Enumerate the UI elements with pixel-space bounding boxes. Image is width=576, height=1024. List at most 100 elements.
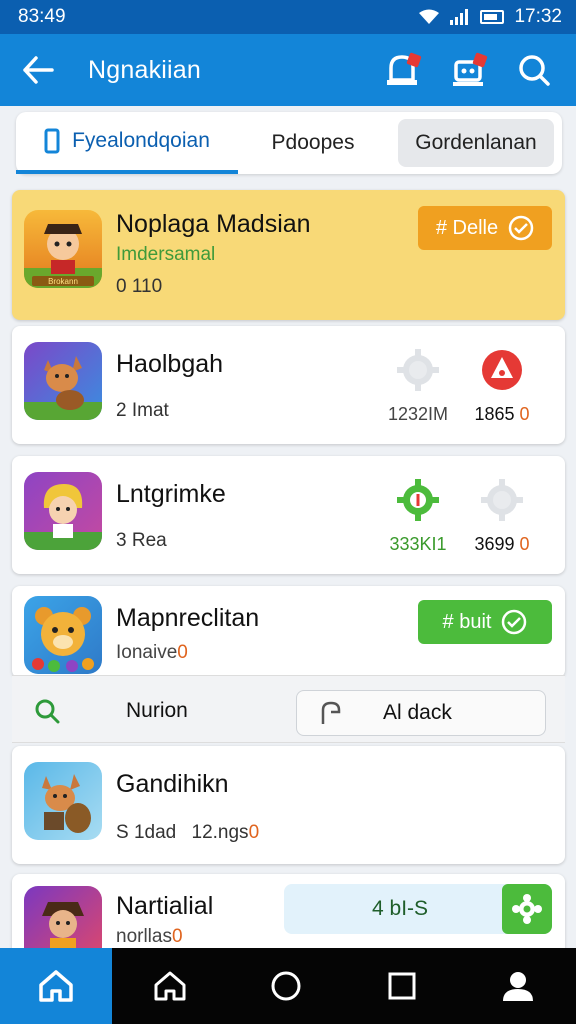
card-title: Lntgrimke (116, 480, 226, 508)
card-title: Haolbgah (116, 350, 224, 378)
search-button[interactable] (508, 44, 560, 96)
card-title: Nartialial (116, 892, 214, 920)
dock-button[interactable]: Al dack (296, 690, 546, 736)
card-subtitle: Ionaive0 (116, 642, 188, 664)
notifications-button[interactable] (376, 44, 428, 96)
settings-icon (397, 349, 439, 391)
check-icon (502, 609, 527, 635)
hook-icon (321, 701, 341, 724)
progress-label: 4 bI-S (372, 897, 429, 920)
stat-downloads: 333KI1 (378, 478, 458, 555)
card-title: Gandihikn (116, 770, 229, 798)
search-icon (519, 55, 550, 86)
tab-third-label: Gordenlanan (415, 131, 537, 154)
status-time-left: 83:49 (18, 6, 66, 27)
nav-profile[interactable] (460, 948, 576, 1024)
app-icon (24, 342, 102, 420)
app-icon (24, 762, 102, 840)
card-title: Noplaga Madsian (116, 210, 311, 238)
card-meta-b: 12.ngs0 (192, 822, 260, 843)
nav-circle[interactable] (228, 948, 344, 1024)
stat-rating: 3699 0 (462, 478, 542, 555)
nav-home-active[interactable] (0, 948, 112, 1024)
card-meta: S 1dad 12.ngs0 (116, 822, 259, 844)
app-icon (24, 596, 102, 674)
tab-first-label: Fyealondqoian (72, 129, 210, 152)
stat-value-accent: 0 (519, 534, 530, 554)
tab-second[interactable]: Pdoopes (238, 112, 388, 174)
tab-third[interactable]: Gordenlanan (398, 119, 554, 167)
fox-character-icon (24, 356, 102, 420)
progress-pill[interactable]: 4 bI-S (284, 884, 552, 934)
app-card[interactable]: Mapnreclitan Ionaive0 # buit (12, 586, 565, 678)
stat-value: 1232IM (387, 404, 449, 424)
app-card[interactable]: Gandihikn S 1dad 12.ngs0 (12, 746, 565, 864)
install-button[interactable]: # Delle (418, 206, 552, 250)
app-card[interactable]: Lntgrimke 3 Rea 333KI1 3699 0 (12, 456, 565, 574)
card-title: Mapnreclitan (116, 604, 260, 632)
install-button-label: # buit (442, 610, 492, 633)
check-icon (508, 215, 534, 241)
nav-square[interactable] (344, 948, 460, 1024)
girl-character-icon (24, 484, 102, 550)
install-button-label: # Delle (435, 216, 499, 239)
alert-icon (482, 350, 522, 390)
card-subtitle-accent: 0 (171, 926, 183, 947)
search-row: Nurion Al dack (12, 675, 565, 743)
robot-button[interactable] (442, 44, 494, 96)
stat-downloads: 1232IM (378, 348, 458, 425)
dock-button-label: Al dack (383, 701, 452, 724)
phone-icon (44, 128, 60, 154)
back-button[interactable] (16, 48, 60, 92)
character-avatar-icon: Brokann (24, 224, 102, 288)
gear-icon (512, 894, 542, 924)
search-label[interactable]: Nurion (126, 699, 188, 723)
app-title: Ngnakiian (88, 55, 201, 84)
circle-icon (271, 971, 301, 1001)
card-meta: 0 110 (116, 276, 163, 297)
battery-icon (480, 10, 505, 24)
status-bar: 83:49 17:32 (0, 0, 576, 34)
card-meta: 3 Rea (116, 530, 167, 551)
tab-first[interactable]: Fyealondqoian (16, 112, 238, 174)
app-card-featured[interactable]: Brokann Noplaga Madsian Imdersamal 0 110… (12, 190, 565, 320)
app-icon: Brokann (24, 210, 102, 288)
settings-icon (397, 479, 439, 521)
tab-bar: Fyealondqoian Pdoopes Gordenlanan (16, 112, 562, 174)
status-icons: 17:32 (418, 6, 562, 28)
back-arrow-icon (23, 56, 54, 84)
stat-value-accent: 0 (519, 404, 530, 424)
stat-value-text: 3699 (474, 534, 515, 554)
app-card[interactable]: Haolbgah 2 Imat 1232IM 1865 0 (12, 326, 565, 444)
nav-home[interactable] (112, 948, 228, 1024)
install-button[interactable]: # buit (418, 600, 552, 644)
card-meta-b-accent: 0 (248, 822, 260, 843)
bottom-navigation (0, 948, 576, 1024)
bear-character-icon (32, 607, 94, 672)
card-meta-b-text: 12.ngs (191, 822, 249, 843)
square-icon (388, 972, 416, 1000)
signal-icon (450, 9, 469, 25)
card-subtitle: norllas0 (116, 926, 183, 948)
card-meta: 2 Imat (116, 400, 169, 421)
app-icon (24, 472, 102, 550)
person-icon (503, 972, 533, 1001)
card-meta-a: S 1dad (116, 822, 177, 843)
home-icon (154, 971, 186, 1001)
card-subtitle: Imdersamal (116, 244, 216, 265)
app-bar: Ngnakiian (0, 34, 576, 106)
home-icon (39, 970, 73, 1002)
stat-value-text: 1865 (474, 404, 515, 424)
fox-shield-character-icon (42, 774, 91, 833)
card-subtitle-accent: 0 (177, 642, 188, 663)
stat-rating: 1865 0 (462, 348, 542, 425)
stat-value: 333KI1 (389, 534, 447, 554)
stat-value: 1865 0 (462, 404, 542, 425)
stat-value: 3699 0 (462, 534, 542, 555)
settings-button[interactable] (502, 884, 552, 934)
search-icon[interactable] (34, 698, 60, 724)
wifi-icon (419, 9, 440, 24)
tab-second-label: Pdoopes (271, 131, 355, 154)
settings-icon (481, 479, 523, 521)
card-subtitle-text: norllas (116, 926, 172, 947)
